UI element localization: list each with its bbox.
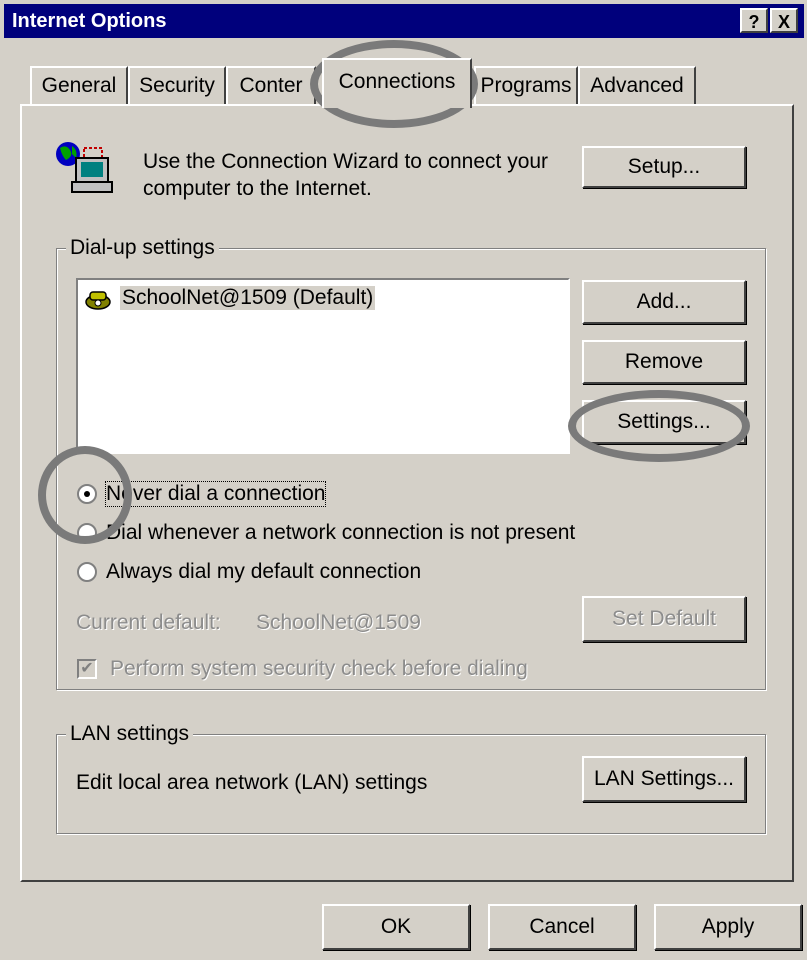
remove-button[interactable]: Remove [582,340,746,384]
help-button[interactable]: ? [740,8,768,33]
dialup-settings-label: Dial-up settings [66,236,219,260]
current-default-label: Current default: [76,611,221,634]
lan-settings-button[interactable]: LAN Settings... [582,756,746,802]
set-default-button[interactable]: Set Default [582,596,746,642]
ok-button[interactable]: OK [322,904,470,950]
annotation-ring-never-dial [38,446,132,544]
phone-connection-icon [85,291,111,310]
radio-never-dial-label[interactable]: Never dial a connection [104,481,327,507]
tab-connections[interactable]: Connections [322,58,472,108]
wizard-text-line1: Use the Connection Wizard to connect you… [143,150,549,173]
connection-list-item[interactable]: SchoolNet@1509 (Default) [120,286,376,310]
close-button[interactable]: X [770,8,798,33]
radio-dial-whenever-label[interactable]: Dial whenever a network connection is no… [106,521,575,545]
lan-settings-label: LAN settings [66,722,194,746]
title-bar[interactable]: Internet Options ? X [4,4,804,38]
tab-content[interactable]: Conter [226,66,316,104]
tab-security[interactable]: Security [128,66,226,104]
radio-always-dial-label[interactable]: Always dial my default connection [106,560,421,584]
add-button[interactable]: Add... [582,280,746,324]
current-default-value: SchoolNet@1509 [256,611,421,634]
cancel-button[interactable]: Cancel [488,904,636,950]
tab-advanced[interactable]: Advanced [578,66,696,104]
security-check-checkbox[interactable]: ✔ [77,659,97,679]
setup-button[interactable]: Setup... [582,146,746,188]
radio-always-dial[interactable] [77,562,97,582]
wizard-text-line2: computer to the Internet. [143,177,372,200]
internet-options-dialog: Internet Options ? X General Security Co… [0,0,807,960]
apply-button[interactable]: Apply [654,904,802,950]
tab-general[interactable]: General [30,66,128,104]
lan-description: Edit local area network (LAN) settings [76,771,428,794]
connection-list[interactable]: SchoolNet@1509 (Default) [76,278,570,454]
tab-programs[interactable]: Programs [474,66,578,104]
window-title: Internet Options [12,10,167,32]
connection-wizard-icon [56,142,113,193]
annotation-ring-settings-button [568,390,750,462]
security-check-label[interactable]: Perform system security check before dia… [110,657,528,681]
